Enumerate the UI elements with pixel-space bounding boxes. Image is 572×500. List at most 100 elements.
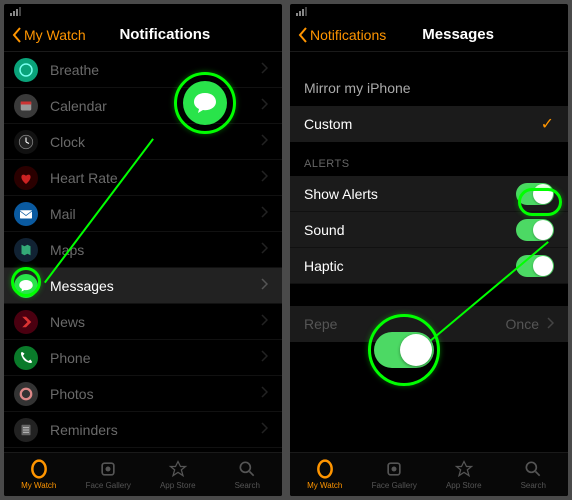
chevron-right-icon (261, 385, 268, 403)
signal-icon (10, 7, 21, 16)
chevron-right-icon (261, 133, 268, 151)
tab-icon (29, 459, 49, 479)
signal-icon (296, 7, 307, 16)
app-row-photos[interactable]: Photos (4, 376, 282, 412)
tab-my-watch[interactable]: My Watch (290, 453, 360, 496)
status-bar (290, 4, 568, 18)
app-label: Photos (50, 386, 261, 402)
custom-row[interactable]: Custom ✓ (290, 106, 568, 142)
app-label: News (50, 314, 261, 330)
app-row-breathe[interactable]: Breathe (4, 52, 282, 88)
alerts-group: Show Alerts Sound Haptic (290, 176, 568, 284)
chevron-left-icon (12, 27, 22, 43)
alert-label: Haptic (304, 258, 344, 274)
chevron-right-icon (261, 205, 268, 223)
alert-label: Sound (304, 222, 344, 238)
tab-icon (168, 459, 188, 479)
toggle-large (374, 332, 434, 368)
messages-icon-large (183, 81, 227, 125)
custom-label: Custom (304, 116, 352, 132)
messages-icon (14, 274, 38, 298)
chevron-right-icon (261, 97, 268, 115)
reminders-icon (14, 418, 38, 442)
alert-label: Show Alerts (304, 186, 378, 202)
tab-label: My Watch (307, 481, 342, 490)
clock-icon (14, 130, 38, 154)
maps-icon (14, 238, 38, 262)
tab-app-store[interactable]: App Store (143, 453, 213, 496)
chevron-right-icon (261, 241, 268, 259)
tab-label: App Store (446, 481, 482, 490)
tab-search[interactable]: Search (499, 453, 569, 496)
chevron-right-icon (261, 61, 268, 79)
nav-bar: My Watch Notifications (4, 18, 282, 52)
app-row-news[interactable]: News (4, 304, 282, 340)
app-row-heart[interactable]: Heart Rate (4, 160, 282, 196)
app-row-reminders[interactable]: Reminders (4, 412, 282, 448)
app-row-phone[interactable]: Phone (4, 340, 282, 376)
app-label: Maps (50, 242, 261, 258)
tab-icon (315, 459, 335, 479)
tab-icon (454, 459, 474, 479)
breathe-icon (14, 58, 38, 82)
app-label: Reminders (50, 422, 261, 438)
nav-bar: Notifications Messages (290, 18, 568, 52)
app-row-maps[interactable]: Maps (4, 232, 282, 268)
repeat-value: Once (506, 316, 539, 332)
tab-label: Face Gallery (372, 481, 417, 490)
app-label: Messages (50, 278, 261, 294)
checkmark-icon: ✓ (541, 114, 554, 134)
toggle-switch[interactable] (516, 183, 554, 205)
app-row-mail[interactable]: Mail (4, 196, 282, 232)
page-title: Messages (356, 26, 560, 43)
heart-icon (14, 166, 38, 190)
app-label: Breathe (50, 62, 261, 78)
toggle-switch[interactable] (516, 219, 554, 241)
chevron-right-icon (261, 349, 268, 367)
app-list: Breathe Calendar Clock Heart Rate Mail Maps Me… (4, 52, 282, 484)
app-row-clock[interactable]: Clock (4, 124, 282, 160)
app-label: Mail (50, 206, 261, 222)
tab-bar: My Watch Face Gallery App Store Search (4, 452, 282, 496)
app-row-messages[interactable]: Messages (4, 268, 282, 304)
tab-face-gallery[interactable]: Face Gallery (74, 453, 144, 496)
tab-label: Search (235, 481, 260, 490)
tab-search[interactable]: Search (213, 453, 283, 496)
tab-my-watch[interactable]: My Watch (4, 453, 74, 496)
page-title: Notifications (56, 26, 274, 43)
tab-label: App Store (160, 481, 196, 490)
chevron-right-icon (261, 421, 268, 439)
tab-icon (384, 459, 404, 479)
chevron-right-icon (547, 316, 554, 332)
tab-icon (237, 459, 257, 479)
status-bar (4, 4, 282, 18)
tab-label: Face Gallery (86, 481, 131, 490)
toggle-switch[interactable] (516, 255, 554, 277)
alert-row-sound[interactable]: Sound (290, 212, 568, 248)
repeat-label: Repe (304, 316, 337, 332)
right-screen: Notifications Messages Mirror my iPhone … (290, 4, 568, 496)
left-screen: My Watch Notifications Breathe Calendar Cl… (4, 4, 282, 496)
alert-row-haptic[interactable]: Haptic (290, 248, 568, 284)
alerts-header: ALERTS (290, 142, 568, 176)
alert-row-show-alerts[interactable]: Show Alerts (290, 176, 568, 212)
calendar-icon (14, 94, 38, 118)
tab-label: My Watch (21, 481, 56, 490)
app-row-calendar[interactable]: Calendar (4, 88, 282, 124)
chevron-right-icon (261, 169, 268, 187)
app-label: Phone (50, 350, 261, 366)
app-label: Calendar (50, 98, 261, 114)
mail-icon (14, 202, 38, 226)
photos-icon (14, 382, 38, 406)
phone-icon (14, 346, 38, 370)
chevron-right-icon (261, 277, 268, 295)
tab-face-gallery[interactable]: Face Gallery (360, 453, 430, 496)
chevron-right-icon (261, 313, 268, 331)
speech-bubble-icon (192, 91, 218, 115)
chevron-left-icon (298, 27, 308, 43)
tab-app-store[interactable]: App Store (429, 453, 499, 496)
app-label: Clock (50, 134, 261, 150)
news-icon (14, 310, 38, 334)
tab-label: Search (521, 481, 546, 490)
mirror-iphone-row[interactable]: Mirror my iPhone (290, 70, 568, 106)
